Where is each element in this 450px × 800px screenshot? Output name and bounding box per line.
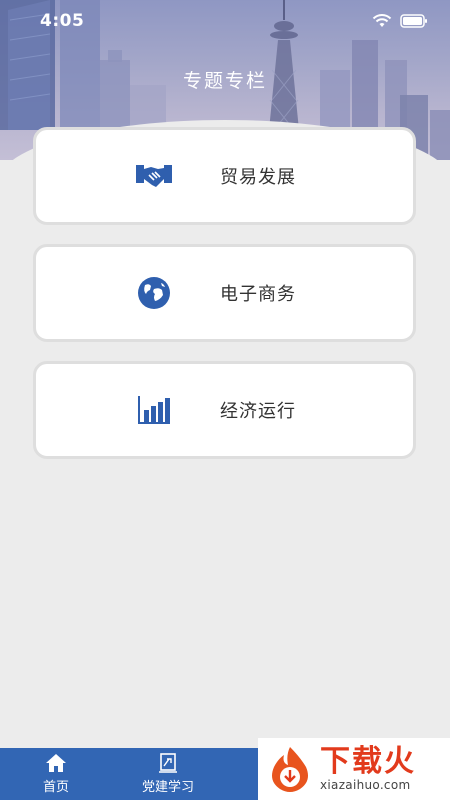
page-title: 专题专栏 — [182, 70, 267, 92]
card-label: 电子商务 — [220, 284, 296, 305]
home-icon — [46, 754, 66, 772]
watermark: 下载火 xiazaihuo.com — [258, 738, 450, 800]
card-economic-operation[interactable]: 经济运行 — [33, 361, 416, 459]
status-bar: 4:05 — [0, 0, 450, 42]
watermark-title: 下载火 — [320, 744, 416, 779]
wifi-icon — [372, 14, 392, 27]
bar-chart-icon — [136, 392, 172, 428]
book-icon — [159, 753, 177, 773]
tab-home[interactable]: 首页 — [0, 748, 112, 800]
tab-label: 党建学习 — [141, 780, 194, 795]
handshake-icon — [136, 158, 172, 194]
card-e-commerce[interactable]: 电子商务 — [33, 244, 416, 342]
card-label: 贸易发展 — [220, 167, 296, 188]
tab-label: 首页 — [42, 780, 69, 795]
tab-party-study[interactable]: 党建学习 — [112, 748, 224, 800]
globe-icon — [136, 275, 172, 311]
watermark-subtitle: xiazaihuo.com — [320, 778, 411, 792]
battery-icon — [400, 14, 427, 28]
card-trade-development[interactable]: 贸易发展 — [33, 127, 416, 225]
flame-logo-icon — [272, 747, 308, 792]
status-time: 4:05 — [40, 11, 85, 31]
status-icons — [372, 13, 428, 29]
card-label: 经济运行 — [220, 401, 296, 422]
